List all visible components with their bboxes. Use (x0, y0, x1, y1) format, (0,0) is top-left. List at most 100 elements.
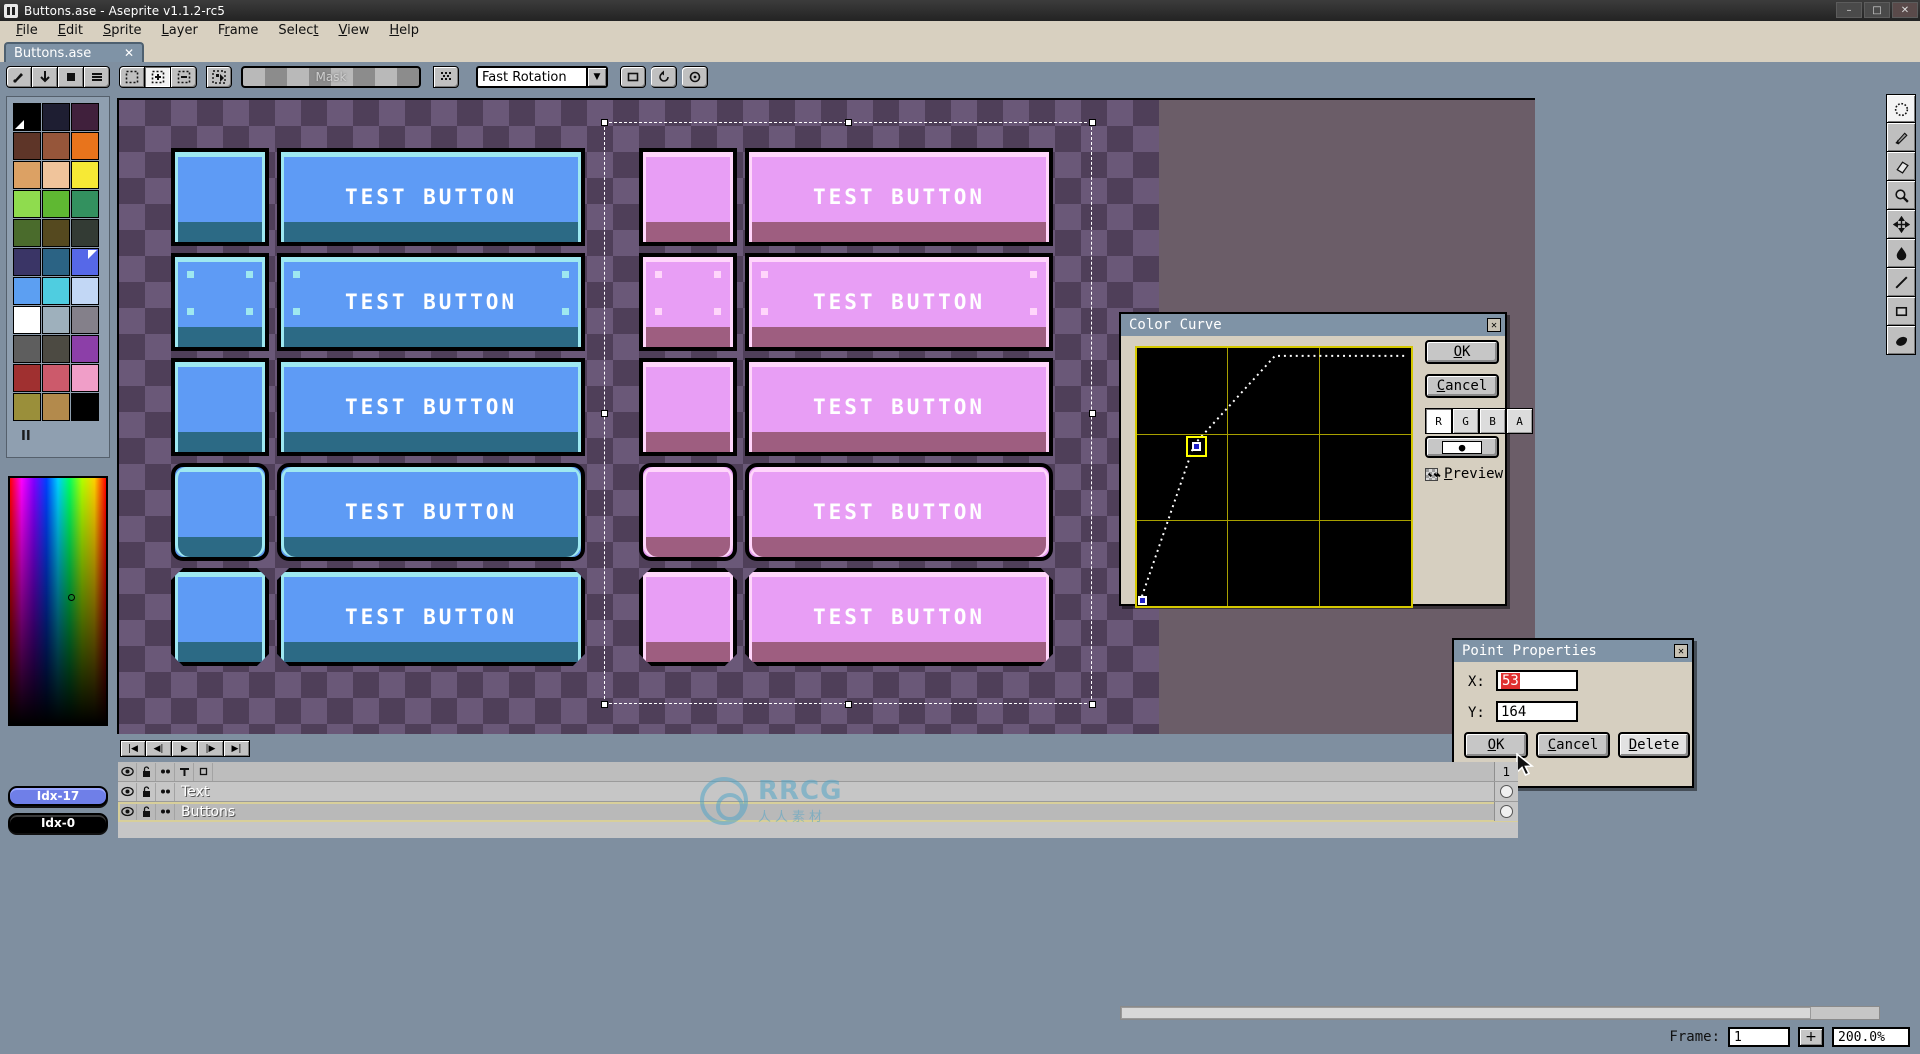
point-ok-button[interactable]: OK (1464, 732, 1528, 758)
color-spectrum[interactable] (8, 476, 108, 726)
palette-swatch[interactable] (71, 132, 99, 160)
pencil-tool[interactable] (1886, 123, 1916, 152)
go-previous-frame-button[interactable]: ◀| (146, 740, 172, 757)
go-next-frame-button[interactable]: |▶ (198, 740, 224, 757)
tool-palette[interactable] (1886, 94, 1916, 355)
layer-name-text[interactable]: Text (175, 784, 209, 800)
close-button[interactable]: ✕ (1892, 2, 1918, 18)
paint-bucket-tool[interactable] (1886, 326, 1916, 355)
move-tool[interactable] (1886, 210, 1916, 239)
menu-item-select[interactable]: Select (268, 22, 328, 39)
continuous-icon[interactable] (156, 782, 175, 801)
menu-item-sprite[interactable]: Sprite (93, 22, 152, 39)
palette-swatch[interactable] (42, 248, 70, 276)
x-field[interactable]: 53 (1496, 670, 1578, 691)
palette-swatch[interactable] (71, 364, 99, 392)
selection-handle[interactable] (845, 701, 852, 708)
menu-item-layer[interactable]: Layer (152, 22, 208, 39)
selection-handle[interactable] (1089, 410, 1096, 417)
gravity-button[interactable] (32, 66, 58, 88)
palette-grid[interactable] (13, 103, 99, 421)
fill-square-button[interactable] (58, 66, 84, 88)
point-cancel-button[interactable]: Cancel (1536, 732, 1610, 758)
palette-swatch[interactable] (71, 190, 99, 218)
channel-b-button[interactable]: B (1479, 408, 1506, 434)
foreground-color-swatch[interactable]: Idx-17 (8, 786, 108, 806)
eye-icon[interactable] (118, 762, 137, 781)
palette-swatch[interactable] (42, 161, 70, 189)
curve-composite-button[interactable]: ● (1425, 436, 1499, 458)
mask-color-bar[interactable]: Mask (241, 66, 421, 88)
dither-button[interactable] (433, 66, 459, 88)
palette-swatch[interactable] (13, 277, 41, 305)
close-icon[interactable]: ✕ (1674, 644, 1688, 658)
palette-swatch[interactable] (13, 161, 41, 189)
y-field[interactable]: 164 (1496, 701, 1578, 722)
eye-icon[interactable] (118, 782, 137, 801)
menu-item-help[interactable]: Help (379, 22, 429, 39)
palette-swatch[interactable] (71, 248, 99, 276)
continuous-icon[interactable] (156, 762, 175, 781)
palette-swatch[interactable] (42, 335, 70, 363)
color-curve-cancel-button[interactable]: Cancel (1425, 374, 1499, 398)
square-outline-button[interactable] (620, 66, 646, 88)
selection-replace-button[interactable] (119, 66, 145, 88)
point-delete-button[interactable]: Delete (1618, 732, 1690, 758)
add-frame-button[interactable]: + (1798, 1027, 1824, 1047)
color-curve-dialog[interactable]: Color Curve ✕ OK Cancel R G B A ● Previe… (1119, 312, 1533, 608)
frame-mode-icon[interactable] (194, 762, 213, 781)
palette-swatch[interactable] (42, 364, 70, 392)
frame-input[interactable]: 1 (1728, 1027, 1790, 1047)
selection-subtract-button[interactable] (171, 66, 197, 88)
selection-add-button[interactable] (145, 66, 171, 88)
selection-handle[interactable] (1089, 701, 1096, 708)
palette-swatch[interactable] (13, 190, 41, 218)
close-icon[interactable]: ✕ (124, 46, 134, 60)
palette-swatch[interactable] (71, 219, 99, 247)
menu-item-view[interactable]: View (328, 22, 379, 39)
color-curve-title-bar[interactable]: Color Curve ✕ (1121, 314, 1505, 336)
channel-r-button[interactable]: R (1425, 408, 1452, 434)
selection-handle[interactable] (845, 119, 852, 126)
palette-swatch[interactable] (42, 306, 70, 334)
rectangle-tool[interactable] (1886, 297, 1916, 326)
selection-handle[interactable] (601, 701, 608, 708)
palette-swatch[interactable] (13, 103, 41, 131)
go-last-frame-button[interactable]: ▶| (224, 740, 250, 757)
frame-number-header[interactable]: 1 (1494, 762, 1518, 781)
channel-a-button[interactable]: A (1506, 408, 1533, 434)
palette-swatch[interactable] (42, 132, 70, 160)
palette-swatch[interactable] (13, 335, 41, 363)
palette-swatch[interactable] (42, 277, 70, 305)
tab-buttons-ase[interactable]: Buttons.ase ✕ (4, 42, 144, 62)
timeline-cel[interactable] (1494, 802, 1518, 821)
palette-swatch[interactable] (71, 306, 99, 334)
eye-icon[interactable] (118, 802, 137, 821)
palette-swatch[interactable] (71, 103, 99, 131)
palette-swatch[interactable] (13, 248, 41, 276)
rotation-algorithm-select[interactable]: Fast Rotation ▼ (476, 66, 608, 88)
palette-swatch[interactable] (42, 190, 70, 218)
channel-g-button[interactable]: G (1452, 408, 1479, 434)
point-properties-title-bar[interactable]: Point Properties ✕ (1454, 640, 1692, 662)
menu-item-frame[interactable]: Frame (208, 22, 269, 39)
ink-type-button[interactable] (6, 66, 32, 88)
play-button[interactable]: ▶ (172, 740, 198, 757)
timeline-cel[interactable] (1494, 782, 1518, 801)
menu-lines-button[interactable] (84, 66, 110, 88)
selection-handle[interactable] (601, 410, 608, 417)
rotate-right-button[interactable] (682, 66, 708, 88)
palette-swatch[interactable] (42, 103, 70, 131)
transform-handles-button[interactable] (206, 66, 232, 88)
selection-handle[interactable] (1089, 119, 1096, 126)
onion-skin-icon[interactable] (175, 762, 194, 781)
palette-swatch[interactable] (71, 161, 99, 189)
layer-name-buttons[interactable]: Buttons (175, 804, 235, 820)
channel-toggle-group[interactable]: R G B A (1425, 408, 1533, 434)
horizontal-scrollbar[interactable] (1120, 1006, 1880, 1020)
scrollbar-thumb[interactable] (1121, 1007, 1811, 1019)
color-curve-graph[interactable] (1135, 346, 1413, 608)
eraser-tool[interactable] (1886, 152, 1916, 181)
continuous-icon[interactable] (156, 802, 175, 821)
palette-swatch[interactable] (71, 277, 99, 305)
